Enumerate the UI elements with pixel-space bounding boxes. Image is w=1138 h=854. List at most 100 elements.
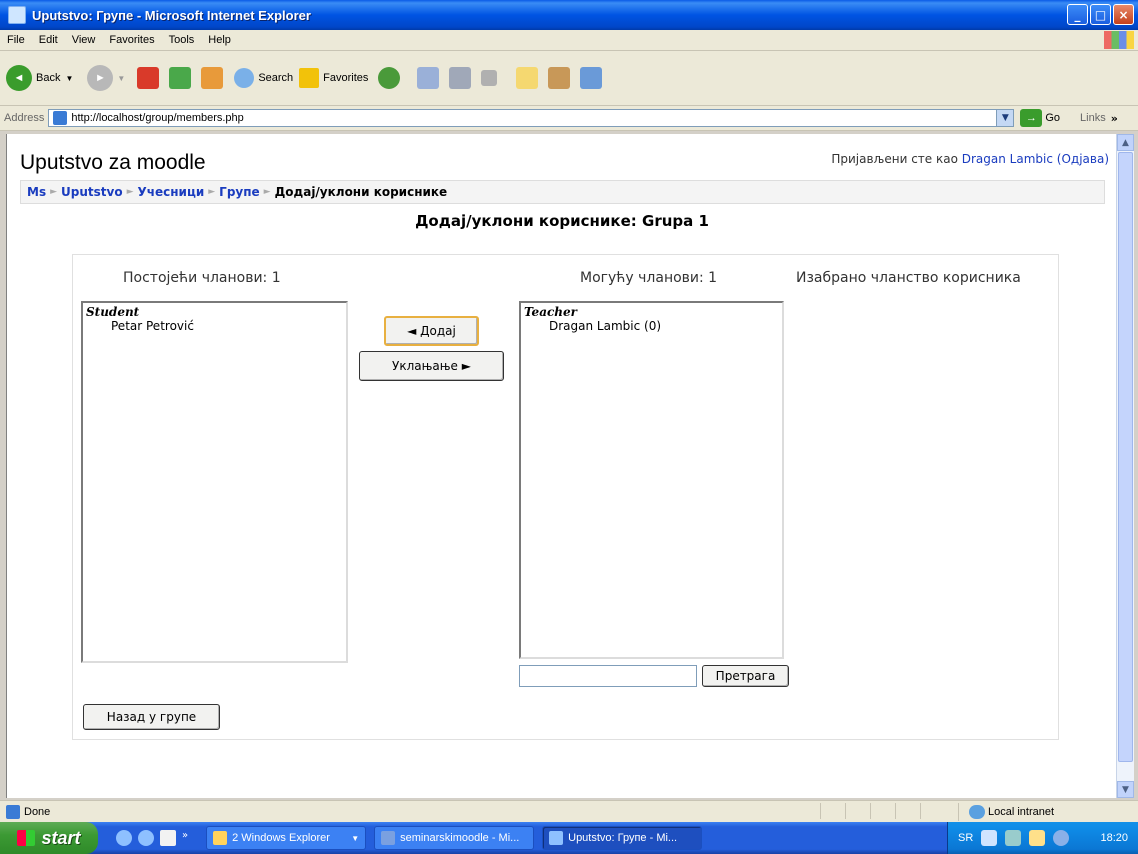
go-button[interactable]: → Go (1020, 109, 1060, 127)
logout-link[interactable]: (Одјава) (1057, 152, 1109, 166)
task-dropdown-icon: ▼ (351, 833, 360, 843)
address-url[interactable]: http://localhost/group/members.php (71, 112, 996, 124)
login-prefix: Пријављени сте као (831, 152, 962, 166)
window-title: Uputstvo: Групе - Microsoft Internet Exp… (32, 7, 311, 23)
list-item[interactable]: Petar Petrović (83, 319, 346, 333)
print-icon[interactable] (449, 67, 472, 89)
search-button[interactable]: Претрага (702, 665, 789, 687)
messenger-icon[interactable] (580, 67, 603, 89)
list-item[interactable]: Dragan Lambic (0) (521, 319, 782, 333)
breadcrumb-separator-icon: ► (126, 187, 134, 197)
back-dropdown-icon[interactable]: ▼ (65, 74, 73, 83)
ie-quicklaunch-icon[interactable] (116, 830, 132, 846)
status-cells (820, 803, 945, 819)
remove-button[interactable]: Уклањање ► (359, 351, 504, 381)
folder-icon[interactable] (516, 67, 539, 89)
scroll-up-icon[interactable]: ▲ (1117, 134, 1134, 151)
intranet-icon (969, 805, 985, 819)
research-icon[interactable] (548, 67, 571, 89)
menu-edit[interactable]: Edit (32, 34, 65, 46)
back-label: Back (36, 72, 61, 84)
favorites-label: Favorites (323, 72, 369, 84)
address-dropdown-icon[interactable]: ▼ (996, 110, 1014, 126)
mail-icon[interactable] (417, 67, 440, 89)
history-icon[interactable] (378, 67, 401, 89)
search-button[interactable]: Search (234, 68, 293, 88)
task-label: 2 Windows Explorer (232, 832, 330, 844)
page-done-icon (6, 805, 20, 819)
existing-members-label: Постојећи чланови: 1 (123, 270, 281, 286)
potential-group-label: Teacher (524, 305, 577, 319)
toolbar: ◄ Back ▼ ► ▼ Search Favorites (0, 51, 1138, 106)
home-icon[interactable] (201, 67, 224, 89)
breadcrumb-groups[interactable]: Групе (219, 185, 260, 199)
volume-icon[interactable] (1053, 830, 1070, 846)
scrollbar-thumb[interactable] (1118, 152, 1133, 762)
back-to-groups-button[interactable]: Назад у групе (83, 704, 220, 730)
links-button[interactable]: Links (1080, 112, 1106, 124)
maximize-button[interactable]: □ (1090, 4, 1111, 25)
existing-members-list[interactable]: Student Petar Petrović (81, 301, 348, 663)
favorites-button[interactable]: Favorites (299, 68, 368, 88)
windows-flag-icon (17, 830, 36, 846)
menu-file[interactable]: File (0, 34, 32, 46)
scroll-down-icon[interactable]: ▼ (1117, 781, 1134, 798)
back-button[interactable]: ◄ Back ▼ (6, 65, 73, 91)
minimize-button[interactable]: _ (1067, 4, 1088, 25)
zone-label: Local intranet (988, 806, 1055, 818)
add-button[interactable]: ◄ Додај (384, 316, 479, 346)
potential-members-list[interactable]: Teacher Dragan Lambic (0) (519, 301, 784, 659)
close-button[interactable]: × (1113, 4, 1134, 25)
go-arrow-icon: → (1020, 109, 1043, 127)
task-internet-explorer[interactable]: Uputstvo: Групе - Mi... (542, 826, 703, 850)
go-label: Go (1045, 112, 1061, 124)
breadcrumb-separator-icon: ► (208, 187, 216, 197)
wireless-icon[interactable] (1005, 830, 1022, 846)
start-button[interactable]: start (0, 822, 98, 854)
forward-arrow-icon: ► (87, 65, 114, 91)
forward-dropdown-icon[interactable]: ▼ (117, 74, 125, 83)
search-input[interactable] (519, 665, 697, 687)
page-heading: Додај/уклони кориснике: Grupa 1 (415, 212, 709, 230)
task-windows-explorer[interactable]: 2 Windows Explorer ▼ (206, 826, 367, 850)
page-content: Uputstvo za moodle Пријављени сте као Dr… (6, 134, 1117, 798)
login-user-link[interactable]: Dragan Lambic (962, 152, 1053, 166)
quicklaunch-more-icon[interactable]: » (182, 830, 188, 846)
page-icon (53, 111, 68, 125)
breadcrumb-participants[interactable]: Учесници (138, 185, 205, 199)
members-form: Постојећи чланови: 1 Могућу чланови: 1 И… (72, 254, 1059, 740)
quick-launch: » (116, 830, 188, 846)
address-input[interactable]: http://localhost/group/members.php ▼ (48, 109, 1015, 127)
document-quicklaunch-icon[interactable] (160, 830, 176, 846)
language-indicator[interactable]: SR (958, 832, 973, 844)
task-label: Uputstvo: Групе - Mi... (568, 832, 678, 844)
help-icon[interactable] (1029, 830, 1046, 846)
edit-icon[interactable] (481, 70, 498, 86)
breadcrumb: Ms ► Uputstvo ► Учесници ► Групе ► Додај… (20, 180, 1105, 204)
menu-help[interactable]: Help (201, 34, 238, 46)
forward-button[interactable]: ► ▼ (79, 65, 125, 91)
status-bar: Done Local intranet (0, 800, 1138, 823)
task-word-document[interactable]: seminarskimoodle - Mi... (374, 826, 535, 850)
network-icon[interactable] (981, 830, 998, 846)
security-zone[interactable]: Local intranet (958, 803, 1054, 821)
refresh-icon[interactable] (169, 67, 192, 89)
star-icon (299, 68, 320, 88)
links-chevron-icon[interactable]: » (1111, 112, 1118, 125)
menu-tools[interactable]: Tools (162, 34, 202, 46)
login-info: Пријављени сте као Dragan Lambic (Одјава… (831, 152, 1109, 166)
browser-quicklaunch-icon[interactable] (138, 830, 154, 846)
window-titlebar[interactable]: Uputstvo: Групе - Microsoft Internet Exp… (0, 0, 1138, 30)
search-icon (234, 68, 255, 88)
breadcrumb-uputstvo[interactable]: Uputstvo (61, 185, 123, 199)
word-icon (381, 831, 396, 845)
menu-view[interactable]: View (65, 34, 103, 46)
menu-favorites[interactable]: Favorites (102, 34, 161, 46)
start-label: start (41, 827, 81, 848)
stop-icon[interactable] (137, 67, 160, 89)
vertical-scrollbar[interactable]: ▲ ▼ (1116, 134, 1134, 798)
breadcrumb-ms[interactable]: Ms (27, 185, 46, 199)
ie-icon (8, 6, 26, 24)
clock: 18:20 (1100, 832, 1128, 844)
breadcrumb-separator-icon: ► (263, 187, 271, 197)
